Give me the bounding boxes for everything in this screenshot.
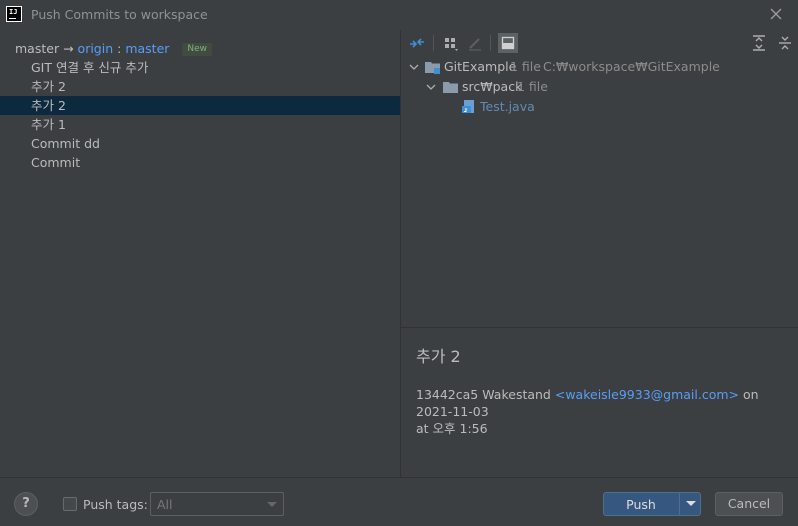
toolbar-separator — [490, 35, 491, 51]
push-button[interactable]: Push — [603, 492, 701, 516]
tree-root-row[interactable]: GitExample 1 file C:₩workspace₩GitExampl… — [401, 57, 798, 77]
tree-file-row[interactable]: Test.java — [401, 97, 798, 117]
commit-info: 13442ca5 Wakestand <wakeisle9933@gmail.c… — [416, 386, 786, 437]
root-file-count: 1 file — [510, 59, 541, 74]
remote-branch-link[interactable]: master — [125, 41, 169, 56]
commit-row-selected[interactable]: 추가 2 — [0, 96, 400, 115]
push-button-label: Push — [626, 497, 656, 512]
push-tags-checkbox[interactable] — [63, 497, 77, 511]
group-by-icon[interactable] — [441, 33, 461, 53]
chevron-down-icon[interactable] — [426, 82, 436, 92]
tags-select[interactable]: All — [150, 492, 284, 516]
author-email-link[interactable]: <wakeisle9933@gmail.com> — [555, 387, 739, 402]
close-icon[interactable] — [768, 6, 784, 22]
chevron-down-icon[interactable] — [409, 62, 419, 72]
tags-select-value: All — [157, 497, 173, 512]
changes-tree: GitExample 1 file C:₩workspace₩GitExampl… — [401, 57, 798, 117]
java-file-icon — [462, 100, 474, 113]
commit-row[interactable]: 추가 1 — [0, 115, 400, 134]
on-label: on — [743, 387, 759, 402]
folder-icon — [443, 82, 458, 93]
help-button[interactable]: ? — [14, 492, 38, 516]
tree-folder-row[interactable]: src₩pack 1 file — [401, 77, 798, 97]
commit-title: 추가 2 — [416, 347, 461, 366]
window-title: Push Commits to workspace — [31, 7, 208, 22]
show-details-icon[interactable] — [498, 33, 518, 53]
commits-panel: master → origin : master New GIT 연결 후 신규… — [0, 30, 400, 477]
chevron-down-icon — [267, 502, 277, 507]
commit-author: Wakestand — [482, 387, 551, 402]
toolbar-separator — [433, 35, 434, 51]
commit-time: at 오후 1:56 — [416, 421, 488, 436]
edit-icon[interactable] — [465, 33, 485, 53]
commit-row[interactable]: Commit dd — [0, 134, 400, 153]
commit-row[interactable]: Commit — [0, 153, 400, 172]
push-dropdown-arrow-icon[interactable] — [686, 501, 696, 506]
root-name: GitExample — [444, 59, 517, 74]
push-split-separator — [679, 493, 680, 515]
collapse-all-icon[interactable] — [775, 33, 795, 53]
commit-details: 추가 2 13442ca5 Wakestand <wakeisle9933@gm… — [401, 328, 798, 477]
arrow: → — [63, 41, 74, 56]
commit-row[interactable]: GIT 연결 후 신규 추가 — [0, 58, 400, 77]
branch-target: master → origin : master New — [15, 41, 213, 56]
new-badge: New — [182, 43, 213, 56]
remote-link[interactable]: origin — [78, 41, 114, 56]
commit-date: 2021-11-03 — [416, 404, 489, 419]
bottom-bar: ? Push tags: All Push Cancel — [0, 477, 798, 526]
local-branch: master — [15, 41, 60, 56]
cancel-button[interactable]: Cancel — [715, 492, 783, 516]
expand-all-icon[interactable] — [749, 33, 769, 53]
folder-file-count: 1 file — [517, 79, 548, 94]
push-tags-label[interactable]: Push tags: — [83, 497, 148, 512]
changes-toolbar — [401, 30, 798, 56]
folder-name: src₩pack — [462, 79, 523, 94]
diff-icon[interactable] — [407, 33, 427, 53]
title-bar: IJ Push Commits to workspace — [0, 0, 798, 30]
intellij-logo-icon: IJ — [6, 6, 22, 22]
module-folder-icon — [425, 62, 440, 74]
separator: : — [117, 41, 122, 56]
root-path: C:₩workspace₩GitExample — [543, 59, 720, 74]
commit-row[interactable]: 추가 2 — [0, 77, 400, 96]
commit-hash: 13442ca5 — [416, 387, 479, 402]
file-name: Test.java — [480, 99, 535, 114]
commit-list: GIT 연결 후 신규 추가 추가 2 추가 2 추가 1 Commit dd … — [0, 58, 400, 172]
